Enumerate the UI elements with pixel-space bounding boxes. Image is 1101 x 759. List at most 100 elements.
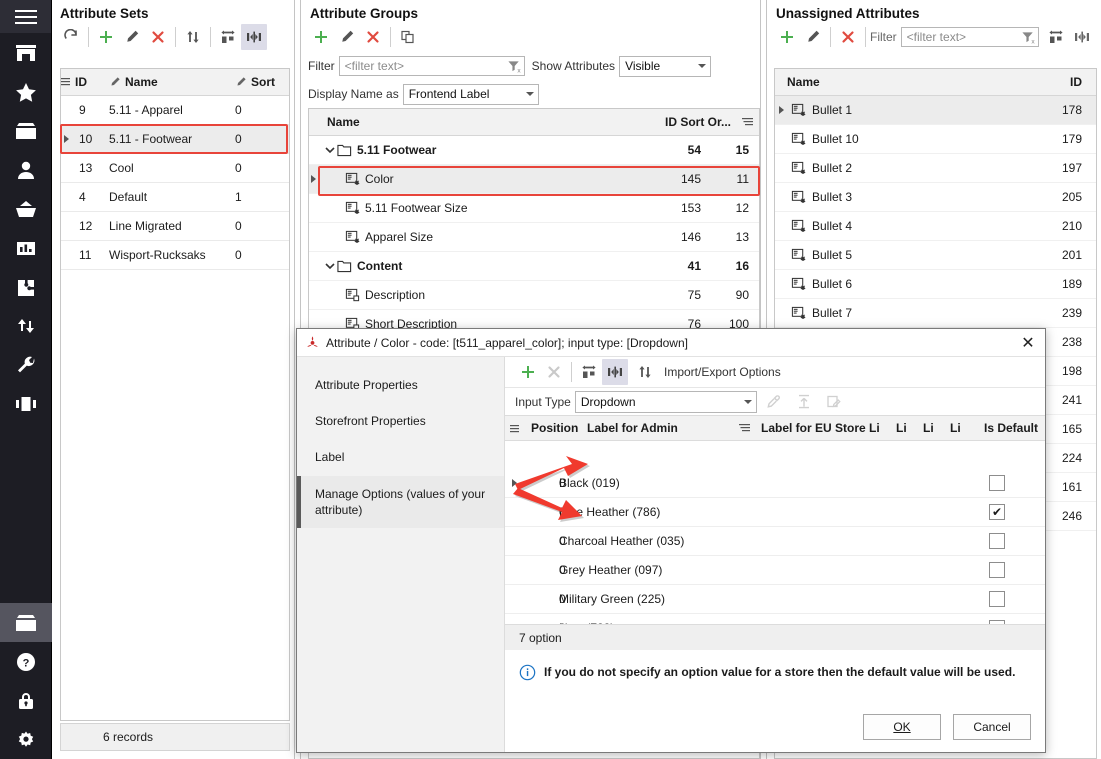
close-icon[interactable]: ✕ [1017,332,1039,354]
edit-icon[interactable] [119,24,145,50]
split-panel-icon[interactable] [602,359,628,385]
table-row[interactable]: 13 Cool 0 [61,154,289,183]
list-item[interactable]: Bullet 5 201 [775,241,1096,270]
table-row[interactable]: 0Navy(728) [505,614,1045,624]
column-header-position[interactable]: Position [523,421,587,435]
list-item[interactable]: Bullet 2 197 [775,154,1096,183]
list-item[interactable]: Bullet 7 239 [775,299,1096,328]
column-header-name[interactable]: Name [775,75,1038,89]
table-row[interactable]: 4 Default 1 [61,183,289,212]
edit-icon[interactable] [334,24,360,50]
clear-filter-icon[interactable]: x [1021,30,1036,45]
table-row[interactable]: 0 Blue Heather (786) ✔ [505,498,1045,527]
tree-expander[interactable] [323,261,337,271]
tree-row[interactable]: 5.11 Footwear Size 153 12 [309,194,759,223]
sidebar-item-extensions[interactable] [0,267,51,306]
sidebar-item-customers[interactable] [0,150,51,189]
column-header-sort-order[interactable]: Sort Or... [677,115,735,129]
sidebar-item-attributes[interactable] [0,603,52,642]
refresh-icon[interactable] [58,24,84,50]
tree-row[interactable]: 5.11 Footwear 54 15 [309,136,759,165]
sidebar-item-reports[interactable] [0,228,51,267]
ok-button[interactable]: OK [863,714,941,740]
column-header-li-3[interactable]: Li [923,421,950,435]
sidebar-item-layout[interactable] [0,384,51,423]
sidebar-item-menu[interactable] [0,0,51,33]
table-row[interactable]: 0 Black (019) [505,469,1045,498]
dialog-nav-item-2[interactable]: Label [297,439,504,475]
is-default-checkbox[interactable] [989,591,1005,607]
sidebar-item-sales[interactable] [0,189,51,228]
input-type-select[interactable]: Dropdown [574,390,757,413]
filter-input[interactable]: <filter text> x [338,56,525,76]
header-menu-icon[interactable] [61,75,71,89]
fit-columns-icon[interactable] [576,359,602,385]
display-name-select[interactable]: Frontend Label [402,83,539,105]
list-item[interactable]: Bullet 10 179 [775,125,1096,154]
tree-row[interactable]: Color 145 11 [309,165,759,194]
split-panel-icon[interactable] [1069,24,1095,50]
add-icon[interactable] [308,24,334,50]
sidebar-item-catalog[interactable] [0,111,51,150]
sidebar-item-store[interactable] [0,33,51,72]
sort-icon[interactable] [180,24,206,50]
tree-row[interactable]: Description 75 90 [309,281,759,310]
fit-columns-icon[interactable] [215,24,241,50]
import-export-label[interactable]: Import/Export Options [664,365,781,379]
column-header-id[interactable]: ID [635,115,677,129]
table-row[interactable]: 0 Charcoal Heather (035) [505,527,1045,556]
table-row[interactable]: 12 Line Migrated 0 [61,212,289,241]
is-default-checkbox[interactable] [989,562,1005,578]
sidebar-item-import-export[interactable] [0,306,51,345]
column-header-name[interactable]: Name [109,75,235,89]
list-item[interactable]: Bullet 3 205 [775,183,1096,212]
cancel-button[interactable]: Cancel [953,714,1031,740]
dialog-nav-item-0[interactable]: Attribute Properties [297,367,504,403]
sort-icon[interactable] [632,359,658,385]
table-row[interactable]: 9 5.11 - Apparel 0 [61,96,289,125]
filter-input[interactable]: <filter text> x [900,27,1039,47]
delete-icon[interactable] [360,24,386,50]
list-item[interactable]: Bullet 6 189 [775,270,1096,299]
table-row[interactable]: 10 5.11 - Footwear 0 [61,125,289,154]
delete-icon[interactable] [145,24,171,50]
header-sort-menu-icon[interactable] [727,423,761,434]
delete-icon[interactable] [835,24,861,50]
header-sort-menu-icon[interactable] [735,117,759,128]
is-default-checkbox[interactable] [989,533,1005,549]
dialog-nav-item-3[interactable]: Manage Options (values of your attribute… [297,475,504,528]
table-row[interactable]: 0 Military Green (225) [505,585,1045,614]
table-row[interactable]: 11 Wisport-Rucksaks 0 [61,241,289,270]
tree-row[interactable]: Content 41 16 [309,252,759,281]
show-attributes-select[interactable]: Visible [619,55,712,77]
fit-columns-icon[interactable] [1043,24,1069,50]
tree-expander[interactable] [323,145,337,155]
column-header-li-1[interactable]: Li [869,421,896,435]
is-default-checkbox[interactable]: ✔ [989,504,1005,520]
sidebar-item-tools[interactable] [0,345,51,384]
column-header-name[interactable]: Name [317,115,635,129]
column-header-sort[interactable]: Sort [235,75,289,89]
column-header-id[interactable]: ID [1038,75,1096,89]
add-icon[interactable] [93,24,119,50]
list-item[interactable]: Bullet 4 210 [775,212,1096,241]
column-header-li-4[interactable]: Li [950,421,977,435]
tree-row[interactable]: Apparel Size 146 13 [309,223,759,252]
edit-icon[interactable] [800,24,826,50]
column-header-is-default[interactable]: Is Default [977,421,1045,435]
is-default-checkbox[interactable] [989,475,1005,491]
column-header-label-admin[interactable]: Label for Admin [587,421,727,435]
table-row[interactable]: 0 Grey Heather (097) [505,556,1045,585]
sidebar-item-favorites[interactable] [0,72,51,111]
split-panel-icon[interactable] [241,24,267,50]
column-header-id[interactable]: ID [71,75,109,89]
dialog-nav-item-1[interactable]: Storefront Properties [297,403,504,439]
column-header-li-2[interactable]: Li [896,421,923,435]
header-menu-icon[interactable] [505,424,523,433]
copy-icon[interactable] [395,24,421,50]
add-icon[interactable] [515,359,541,385]
sidebar-item-help[interactable]: ? [0,642,52,681]
add-icon[interactable] [774,24,800,50]
column-header-label-eu-store[interactable]: Label for EU Store [761,421,869,435]
sidebar-item-security[interactable] [0,681,52,720]
